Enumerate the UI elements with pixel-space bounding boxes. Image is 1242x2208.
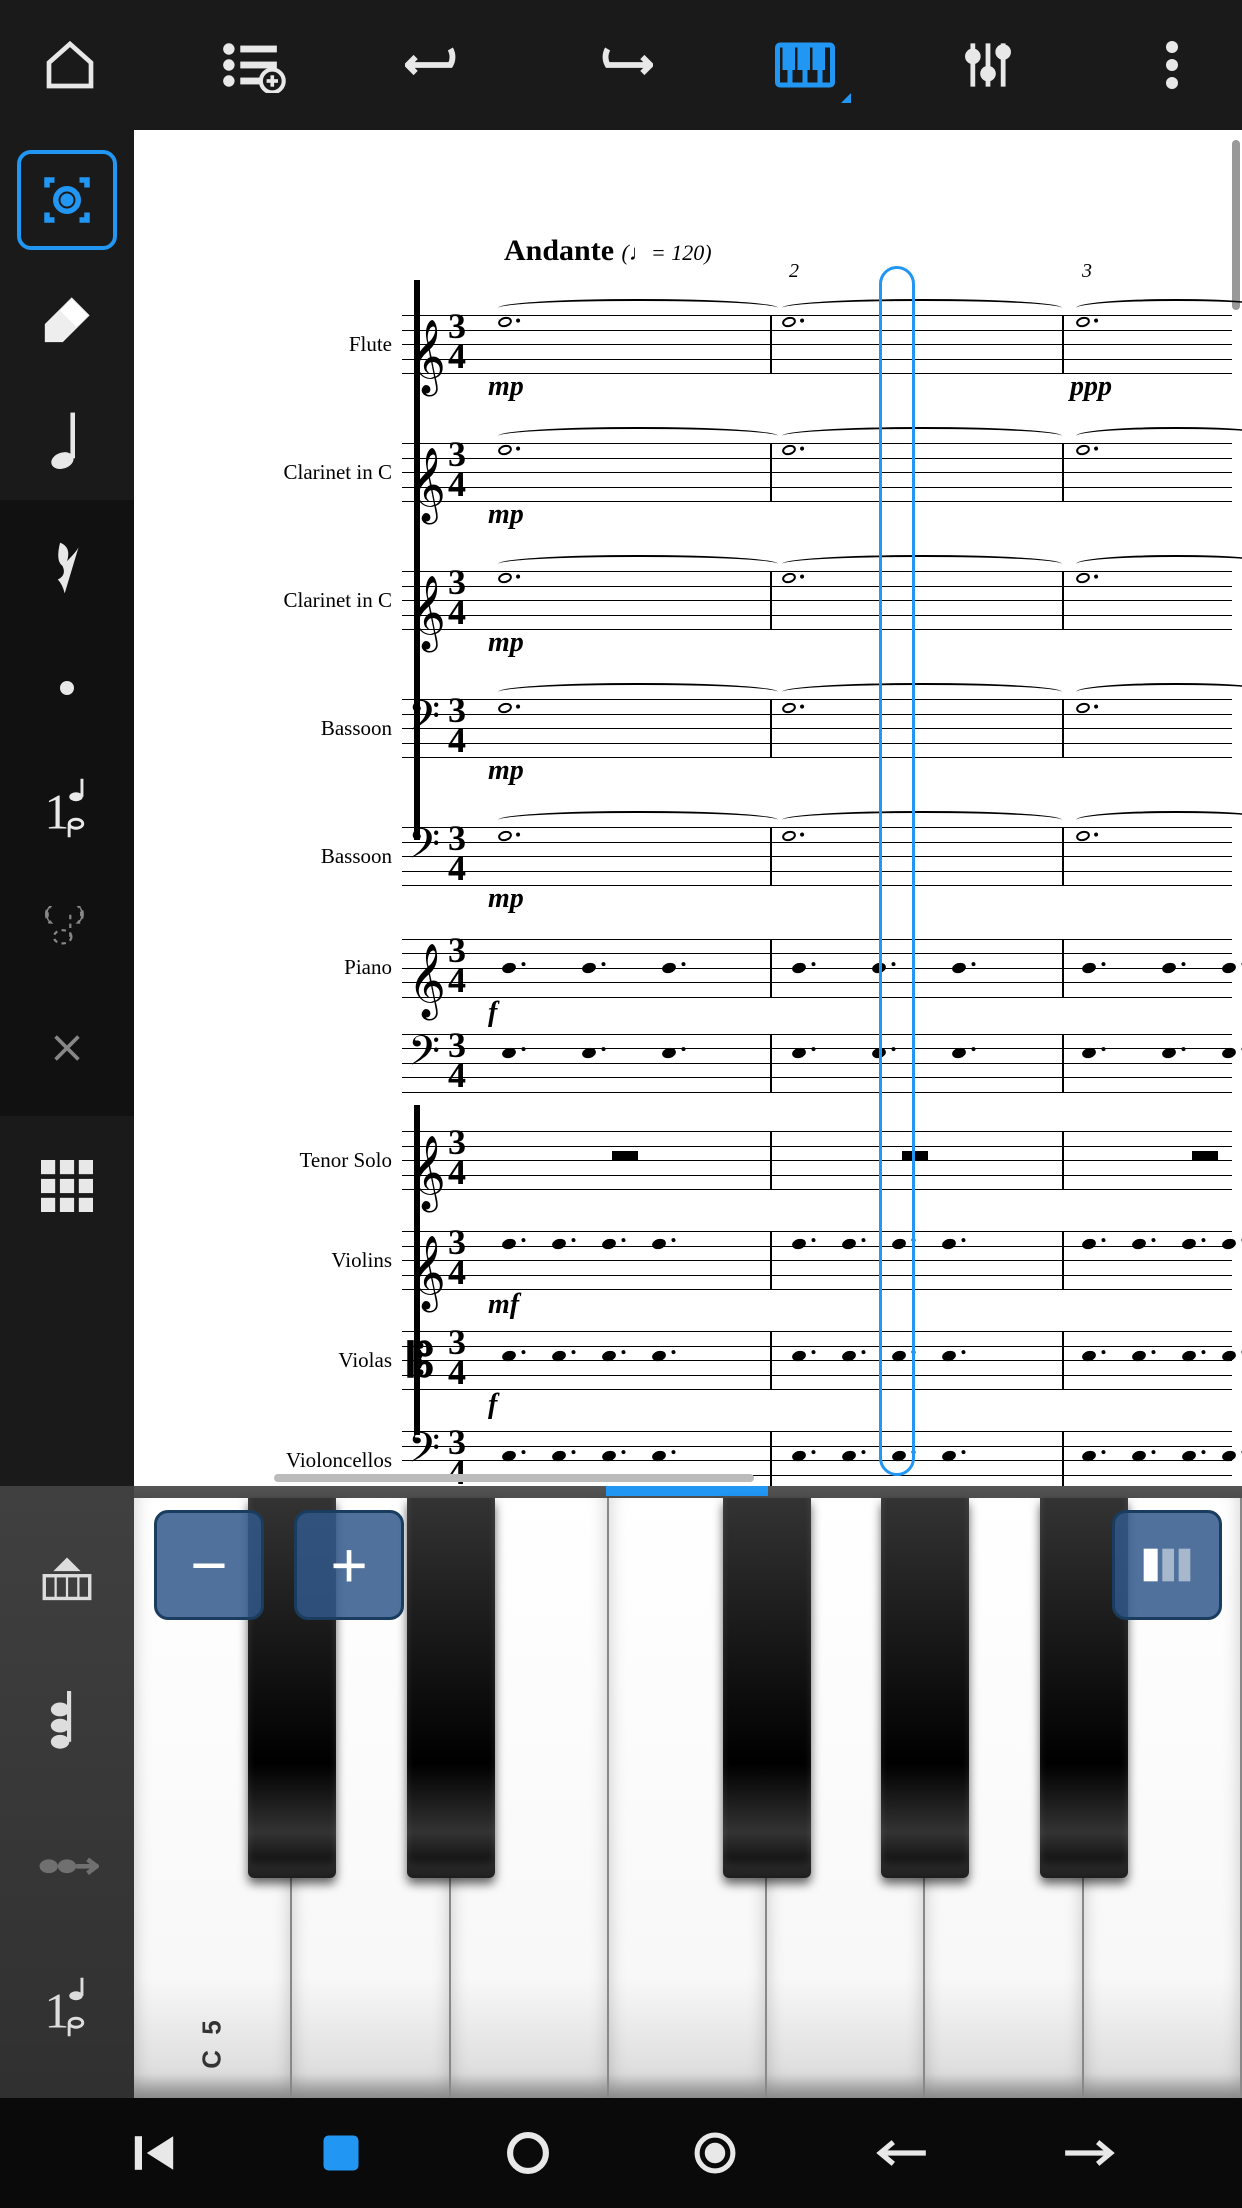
instrument-label: Clarinet in C [134,460,402,485]
svg-text:): ) [78,906,84,923]
piano-view-button[interactable] [765,25,845,105]
keyboard-range-tool[interactable] [27,1538,107,1618]
instrument-label: Tenor Solo [134,1148,402,1173]
zoom-in-button[interactable]: + [294,1510,404,1620]
zoom-out-button[interactable]: − [154,1510,264,1620]
staff-row[interactable]: 𝄢34 [134,1015,1232,1110]
stop-button[interactable] [306,2118,376,2188]
tempo-marking: Andante (♩= 120) [504,234,712,268]
instrument-label: Piano [134,955,402,980]
eighth-rest-tool[interactable] [17,518,117,618]
horizontal-scrollbar[interactable] [274,1474,754,1482]
delete-tool[interactable] [17,998,117,1098]
zoom-out-label: − [190,1528,227,1602]
top-toolbar [0,0,1242,130]
piano-black-key[interactable] [407,1498,495,1878]
voice-selector-tool[interactable]: 1 [27,1967,107,2047]
home-button[interactable] [30,25,110,105]
staff-row[interactable]: Bassoon 𝄢 34 mp [134,664,1232,792]
instrument-label: Bassoon [134,844,402,869]
svg-text:(: ( [45,906,51,923]
tempo-text: Andante [504,234,614,267]
svg-text:1: 1 [45,1983,70,2037]
score-view[interactable]: Andante (♩= 120) 2 3 Flute 𝄞 34 mpppp Cl… [134,130,1242,1486]
voice-1-tool[interactable]: 1 [17,758,117,858]
chord-tool[interactable] [27,1681,107,1761]
instrument-label: Violins [134,1248,402,1273]
staff-row[interactable]: Tenor Solo 𝄞 34 [134,1110,1232,1210]
list-add-button[interactable] [214,25,294,105]
dot-tool[interactable] [17,638,117,738]
staff-row[interactable]: Clarinet in C 𝄞 34 mp [134,408,1232,536]
instrument-label: Flute [134,332,402,357]
left-tool-sidebar: 1 () [0,130,134,1486]
instrument-label: Violas [134,1348,402,1373]
prev-button[interactable] [867,2118,937,2188]
staff-row[interactable]: Piano𝄞34 f [134,920,1232,1015]
grid-view-tool[interactable] [17,1136,117,1236]
piano-section: 1 C 5 C 6 − [0,1486,1242,2098]
piano-black-key[interactable] [881,1498,969,1878]
grace-note-tool[interactable]: () [17,878,117,978]
undo-button[interactable] [397,25,477,105]
piano-black-key[interactable] [723,1498,811,1878]
zoom-in-label: + [330,1528,367,1602]
overflow-menu-button[interactable] [1132,25,1212,105]
svg-text:1: 1 [45,784,70,838]
playhead-cursor[interactable] [879,266,915,1476]
staff-row[interactable]: Violins 𝄞 34 mf [134,1210,1232,1310]
tempo-bpm: (♩= 120) [622,240,712,265]
playback-bar [0,2098,1242,2208]
staff-row[interactable]: Bassoon 𝄢 34 mp [134,792,1232,920]
instrument-label: Violoncellos [134,1448,402,1473]
mixer-button[interactable] [948,25,1028,105]
instrument-label: Clarinet in C [134,588,402,613]
vertical-scrollbar[interactable] [1232,140,1240,310]
record-button[interactable] [493,2118,563,2188]
next-button[interactable] [1054,2118,1124,2188]
rewind-button[interactable] [119,2118,189,2188]
staff-row[interactable]: Violas 𝄡 34 f [134,1310,1232,1410]
piano-left-tools: 1 [0,1486,134,2098]
piano-keyboard[interactable]: C 5 C 6 − + [134,1486,1242,2098]
loop-record-button[interactable] [680,2118,750,2188]
main-area: 1 () Andante (♩= 120) 2 3 Flute [0,130,1242,1486]
instrument-label: Bassoon [134,716,402,741]
staff-row[interactable]: Clarinet in C 𝄞 34 mp [134,536,1232,664]
keyboard-mode-button[interactable] [1112,1510,1222,1620]
octave-label: C 5 [197,2016,228,2068]
redo-button[interactable] [581,25,661,105]
quarter-note-tool[interactable] [17,390,117,490]
eraser-tool[interactable] [17,270,117,370]
tie-forward-tool[interactable] [27,1824,107,1904]
select-tool[interactable] [17,150,117,250]
staff-row[interactable]: Flute 𝄞 34 mpppp [134,280,1232,408]
